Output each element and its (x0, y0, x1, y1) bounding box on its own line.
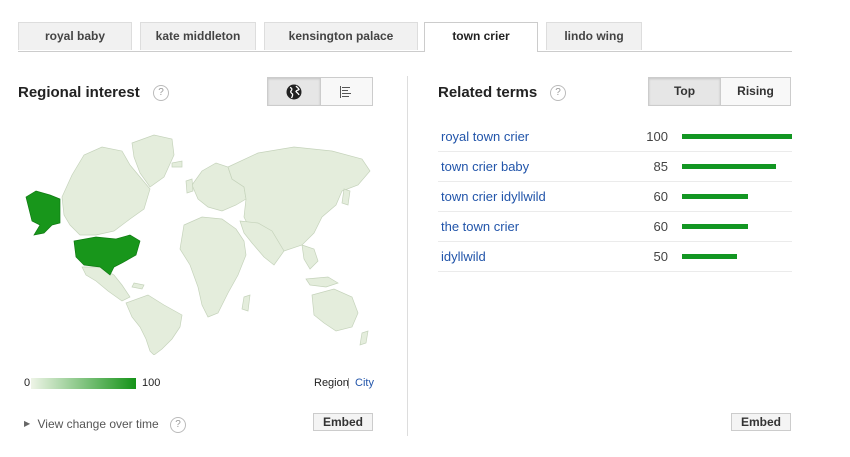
map-view-toggle (267, 77, 373, 106)
related-term-value: 100 (646, 129, 668, 144)
regional-interest-title: Regional interest (18, 84, 140, 101)
tab-royal-baby[interactable]: royal baby (18, 22, 132, 50)
related-term-value: 60 (653, 189, 668, 204)
tab-kensington-palace[interactable]: kensington palace (264, 22, 418, 50)
region-city-separator: | (347, 377, 350, 389)
tab-bar: royal baby kate middleton kensington pal… (18, 22, 792, 52)
globe-icon (286, 84, 302, 100)
expand-arrow-icon: ▶ (24, 419, 31, 428)
help-icon[interactable]: ? (170, 417, 186, 433)
world-map[interactable] (22, 125, 377, 355)
city-link[interactable]: City (355, 377, 374, 389)
embed-button-related[interactable]: Embed (731, 413, 791, 431)
list-icon (340, 86, 351, 98)
related-term-value: 60 (653, 219, 668, 234)
help-icon[interactable]: ? (550, 85, 566, 101)
list-view-button[interactable] (321, 78, 372, 105)
map-region-australia (311, 288, 359, 332)
related-term-link[interactable]: town crier baby (441, 159, 529, 174)
map-region-south-america (125, 294, 183, 355)
embed-button-regional[interactable]: Embed (313, 413, 373, 431)
related-term-value: 50 (653, 249, 668, 264)
related-term-row: town crier idyllwild 60 (438, 182, 792, 212)
related-terms-title: Related terms (438, 84, 538, 101)
related-term-value: 85 (653, 159, 668, 174)
legend-gradient (31, 378, 136, 389)
related-term-row: idyllwild 50 (438, 242, 792, 272)
tab-kate-middleton[interactable]: kate middleton (140, 22, 256, 50)
map-view-button[interactable] (268, 78, 321, 105)
related-term-bar (682, 134, 792, 139)
panel-divider (407, 76, 408, 436)
related-term-bar (682, 224, 748, 229)
related-term-link[interactable]: town crier idyllwild (441, 189, 546, 204)
tab-town-crier[interactable]: town crier (424, 22, 538, 52)
rising-button[interactable]: Rising (721, 78, 790, 105)
tab-lindo-wing[interactable]: lindo wing (546, 22, 642, 50)
region-link[interactable]: Region (314, 377, 349, 389)
related-term-row: royal town crier 100 (438, 122, 792, 152)
related-term-link[interactable]: the town crier (441, 219, 519, 234)
map-region-alaska (25, 190, 61, 236)
legend-min: 0 (24, 377, 31, 389)
map-region-africa (179, 216, 247, 318)
legend-max: 100 (142, 377, 161, 389)
related-term-link[interactable]: idyllwild (441, 249, 486, 264)
related-term-bar (682, 194, 748, 199)
view-change-over-time[interactable]: ▶ View change over time (24, 417, 159, 431)
help-icon[interactable]: ? (153, 85, 169, 101)
related-term-bar (682, 254, 737, 259)
related-term-link[interactable]: royal town crier (441, 129, 529, 144)
view-change-label: View change over time (37, 417, 159, 431)
top-button[interactable]: Top (649, 78, 721, 105)
related-terms-toggle: Top Rising (648, 77, 791, 106)
related-term-bar (682, 164, 776, 169)
related-term-row: the town crier 60 (438, 212, 792, 242)
related-term-row: town crier baby 85 (438, 152, 792, 182)
